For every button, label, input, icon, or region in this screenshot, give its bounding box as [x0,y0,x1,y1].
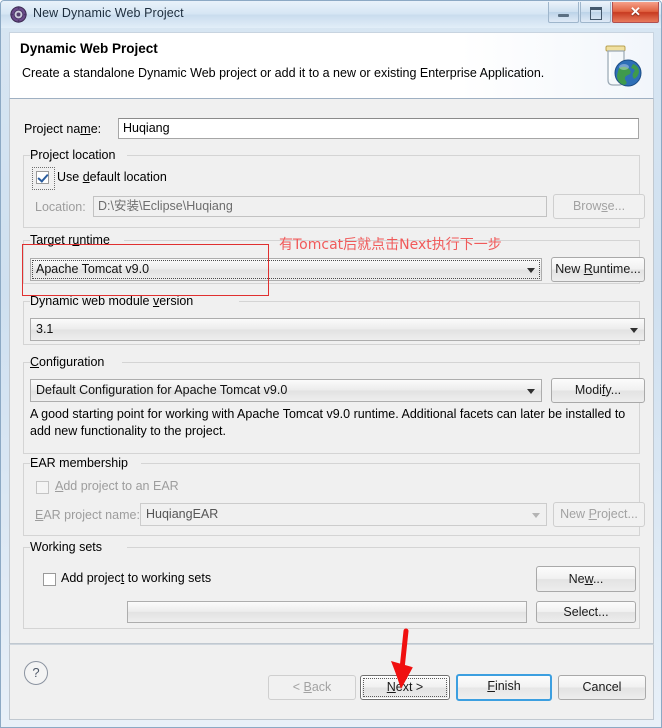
configuration-description: A good starting point for working with A… [30,407,626,438]
use-default-location-label: Use default location [57,170,167,184]
eclipse-wizard-icon [10,6,27,23]
modify-button[interactable]: Modify... [551,378,645,403]
finish-button[interactable]: Finish [456,674,552,701]
dialog-window: New Dynamic Web Project ✕ Dynamic Web Pr… [0,0,662,728]
project-name-label: Project name: [24,122,102,136]
project-location-group [23,155,640,228]
page-description: Create a standalone Dynamic Web project … [22,66,545,80]
close-button[interactable]: ✕ [612,2,659,23]
minimize-button[interactable] [548,2,579,23]
project-name-input[interactable]: Huqiang [118,118,639,139]
chevron-down-icon [522,259,541,280]
wizard-header: Dynamic Web Project Create a standalone … [9,32,654,99]
new-runtime-button[interactable]: New Runtime... [551,257,645,282]
location-label: Location: [35,200,86,214]
module-version-combo[interactable]: 3.1 [30,318,645,341]
new-project-button: New Project... [553,502,645,527]
dialog-button-bar: ? < Back Next > Finish Cancel [9,644,654,720]
ear-project-name-label: EAR project name: [35,508,140,522]
add-project-to-ear-label: Add project to an EAR [55,479,179,493]
window-title: New Dynamic Web Project [33,6,184,20]
browse-button: Browse... [553,194,645,219]
new-working-set-button[interactable]: New... [536,566,636,592]
module-version-group-title: Dynamic web module version [30,294,194,308]
maximize-button[interactable] [580,2,611,23]
web-project-jar-globe-icon [605,45,642,87]
cancel-button[interactable]: Cancel [558,675,646,700]
chevron-down-icon [527,504,546,525]
next-button[interactable]: Next > [360,675,450,700]
working-sets-group-title: Working sets [30,540,103,554]
target-runtime-group-title: Target runtime [30,233,110,247]
configuration-combo[interactable]: Default Configuration for Apache Tomcat … [30,379,542,402]
help-icon[interactable]: ? [24,661,48,685]
add-to-working-sets-label: Add project to working sets [61,571,212,585]
project-location-group-title: Project location [30,148,116,162]
target-runtime-combo[interactable]: Apache Tomcat v9.0 [30,258,542,281]
back-button: < Back [268,675,356,700]
ear-membership-group-title: EAR membership [30,456,128,470]
annotation-note: 有Tomcat后就点击Next执行下一步 [279,237,502,253]
window-controls: ✕ [548,2,659,24]
location-input: D:\安装\Eclipse\Huqiang [93,196,547,217]
page-title: Dynamic Web Project [20,41,158,56]
use-default-location-checkbox[interactable] [36,171,49,184]
chevron-down-icon [625,319,644,340]
working-sets-combo[interactable] [127,601,527,623]
add-to-working-sets-checkbox[interactable] [43,573,56,586]
title-bar: New Dynamic Web Project ✕ [1,1,661,28]
chevron-down-icon [522,380,541,401]
add-project-to-ear-checkbox[interactable] [36,481,49,494]
wizard-content: Project name: Huqiang Project location U… [9,99,654,644]
select-working-sets-button[interactable]: Select... [536,601,636,623]
next-button-focus-ring [363,678,447,697]
ear-project-name-combo: HuqiangEAR [140,503,547,526]
configuration-group-title: Configuration [30,355,105,369]
